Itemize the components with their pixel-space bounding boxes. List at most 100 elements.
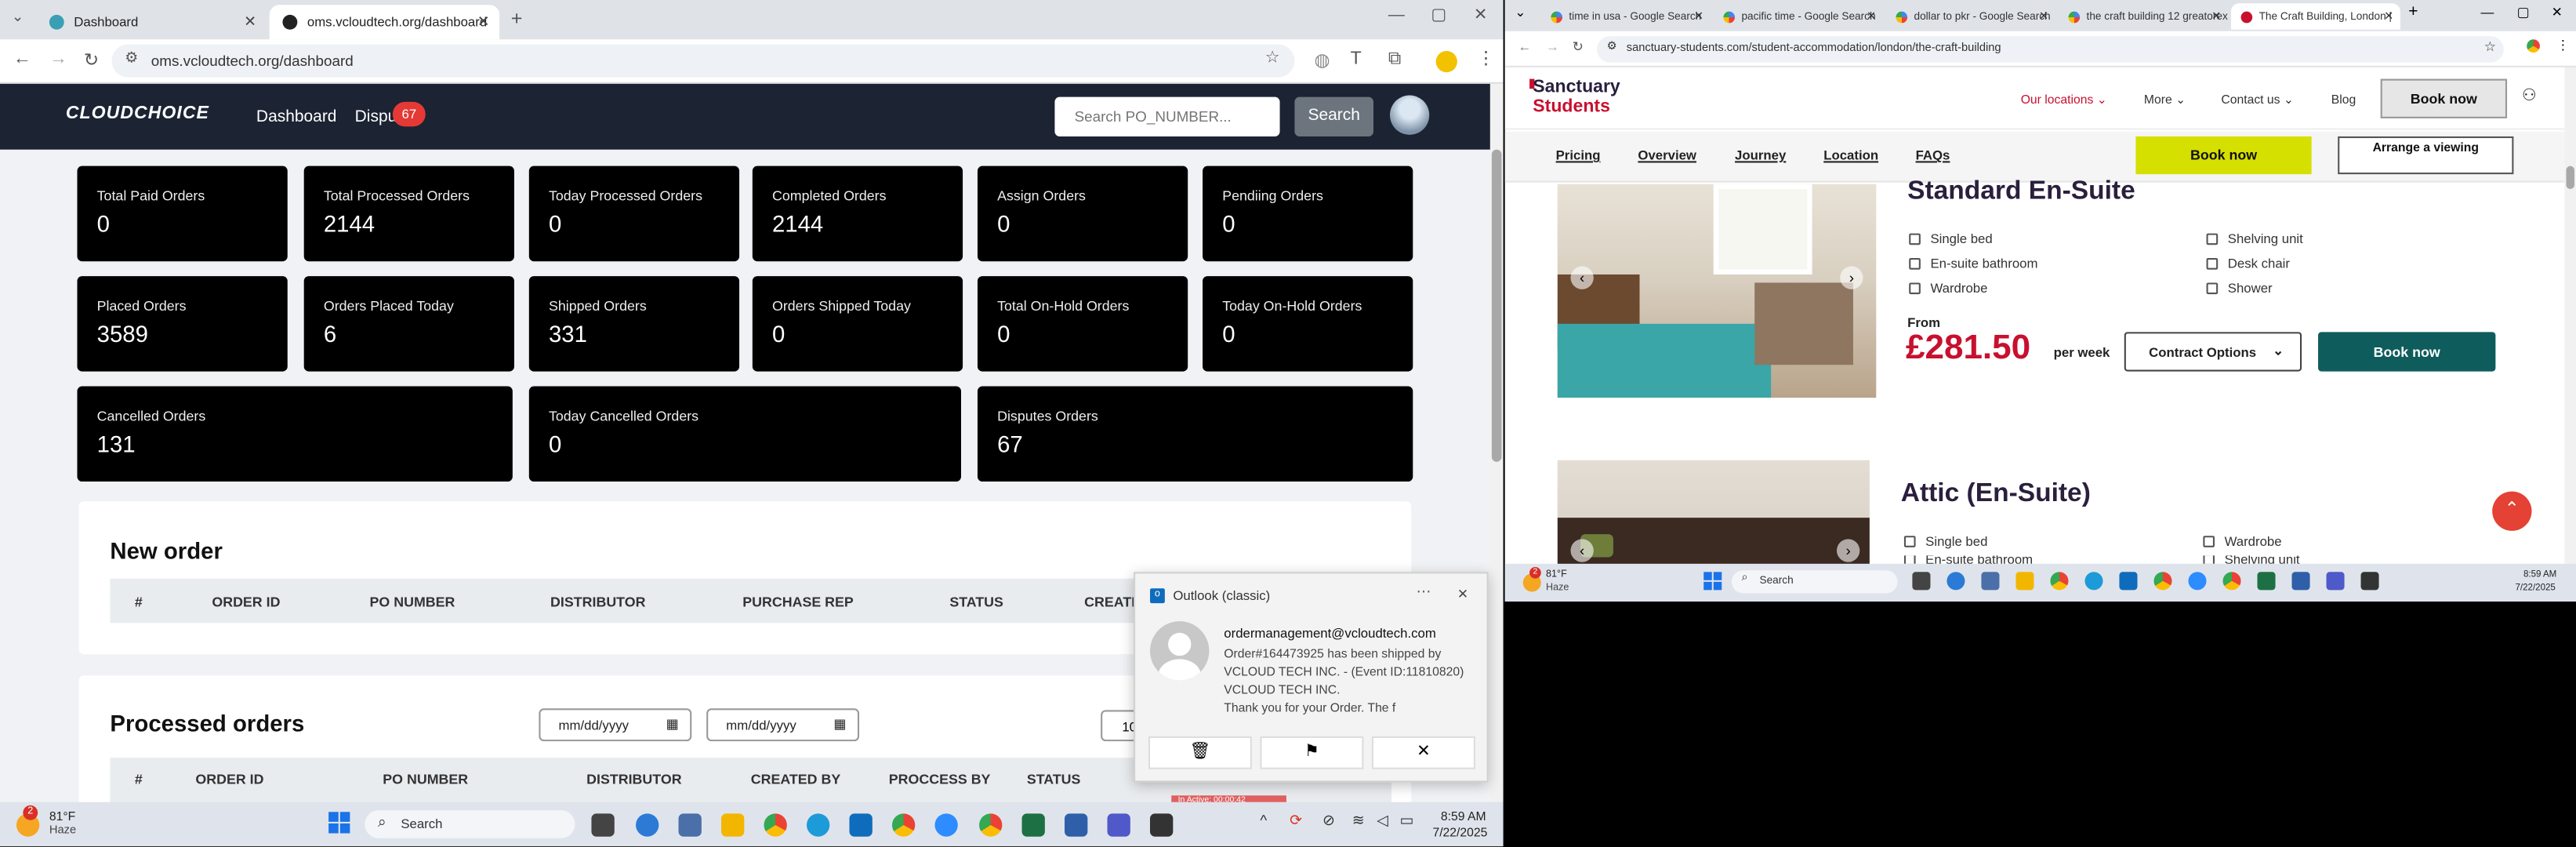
new-tab-icon[interactable]: + (511, 6, 523, 29)
close-window-icon[interactable]: ✕ (1474, 6, 1488, 24)
nav-contact-us[interactable]: Contact us ⌄ (2221, 92, 2294, 107)
stat-card[interactable]: Orders Shipped Today 0 (752, 276, 963, 372)
calendar-icon[interactable]: ▦ (833, 717, 846, 732)
minimize-icon[interactable]: — (1388, 6, 1405, 24)
edge-icon[interactable] (2084, 572, 2103, 591)
outlook-taskbar-icon[interactable] (849, 813, 873, 837)
site-info-icon[interactable]: ⚙ (1607, 39, 1617, 53)
back-icon[interactable]: ← (13, 49, 31, 69)
clock-date[interactable]: 7/22/2025 (1432, 825, 1487, 840)
stat-card[interactable]: Orders Placed Today 6 (303, 276, 514, 372)
taskbar-search-box[interactable]: ⌕ Search (365, 810, 575, 838)
close-tab-icon[interactable]: ✕ (244, 13, 256, 31)
room-photo[interactable]: ‹ › (1557, 184, 1877, 398)
clock-time[interactable]: 8:59 AM (1441, 809, 1486, 823)
tab-google-search[interactable]: dollar to pkr - Google Search ✕ (1886, 3, 2055, 30)
stat-card[interactable]: Today On-Hold Orders 0 (1203, 276, 1413, 372)
po-search-input[interactable] (1054, 96, 1280, 136)
scroll-to-top-button[interactable]: ⌃ (2492, 491, 2532, 531)
zoom-icon[interactable] (934, 813, 958, 837)
stat-card[interactable]: Cancelled Orders 131 (77, 386, 513, 482)
tab-search-icon[interactable]: ⌄ (12, 8, 24, 26)
carousel-next-icon[interactable]: › (1836, 539, 1860, 562)
brand-subname[interactable]: Students (1533, 97, 1610, 117)
forward-icon[interactable]: → (1546, 39, 1559, 54)
subnav-overview[interactable]: Overview (1638, 148, 1696, 163)
tab-google-search[interactable]: the craft building 12 greatorex ✕ (2059, 3, 2228, 30)
calculator-icon[interactable] (1981, 572, 2000, 591)
stat-card[interactable]: Today Cancelled Orders 0 (528, 386, 961, 482)
search-button[interactable]: Search (1294, 96, 1374, 136)
stat-card[interactable]: Total Paid Orders 0 (77, 165, 288, 262)
flag-button[interactable]: ⚑ (1260, 736, 1364, 769)
account-icon[interactable]: ⚇ (2522, 87, 2537, 105)
folder-icon[interactable] (2015, 572, 2034, 591)
tab-google-search[interactable]: pacific time - Google Search ✕ (1714, 3, 1883, 30)
tab-craft-building[interactable]: The Craft Building, London | ✕ (2230, 3, 2400, 30)
windows-start-icon[interactable] (328, 812, 351, 834)
close-tab-icon[interactable]: ✕ (477, 13, 490, 31)
sticky-app-icon[interactable] (2360, 572, 2379, 591)
clock-time[interactable]: 8:59 AM (2523, 570, 2556, 580)
url-field[interactable]: ⚙ sanctuary-students.com/student-accommo… (1597, 36, 2504, 63)
subnav-location[interactable]: Location (1823, 148, 1878, 163)
excel-icon[interactable] (1021, 813, 1045, 837)
close-tab-icon[interactable]: ✕ (1694, 10, 1703, 24)
reader-icon[interactable]: T (1351, 49, 1362, 69)
brand-name[interactable]: Sanctuary (1533, 77, 1620, 96)
folder-icon[interactable] (721, 813, 745, 837)
subnav-faqs[interactable]: FAQs (1916, 148, 1950, 163)
reload-icon[interactable]: ↻ (84, 49, 99, 71)
extension-icon[interactable]: ◍ (1315, 49, 1330, 71)
header-book-now-button[interactable]: Book now (2380, 78, 2508, 118)
app-icon[interactable] (1065, 813, 1088, 837)
stat-card[interactable]: Total On-Hold Orders 0 (977, 276, 1188, 372)
teams-icon[interactable] (2326, 572, 2345, 591)
sticky-app-icon[interactable] (1149, 813, 1174, 837)
wifi-icon[interactable]: ≋ (1352, 812, 1365, 830)
tab-dashboard[interactable]: Dashboard ✕ (36, 5, 266, 39)
stat-card[interactable]: Today Processed Orders 0 (528, 165, 740, 262)
chrome-icon[interactable] (2222, 572, 2241, 591)
page-scrollbar[interactable] (2564, 67, 2576, 564)
nav-disputes-link[interactable]: Dispu (355, 108, 397, 126)
windows-start-icon[interactable] (1703, 572, 1722, 591)
clock-date[interactable]: 7/22/2025 (2516, 583, 2556, 594)
chrome-icon[interactable] (979, 813, 1003, 837)
edge-icon[interactable] (806, 813, 830, 837)
nav-blog[interactable]: Blog (2331, 92, 2356, 107)
subnav-pricing[interactable]: Pricing (1556, 148, 1601, 163)
app-icon[interactable] (1947, 572, 1965, 591)
app-icon[interactable] (636, 813, 659, 837)
chrome-icon[interactable] (764, 813, 787, 837)
profile-avatar[interactable] (1435, 50, 1457, 73)
excel-icon[interactable] (2257, 572, 2276, 591)
close-window-icon[interactable]: ✕ (2552, 5, 2563, 20)
chrome-icon[interactable] (891, 813, 916, 837)
more-options-icon[interactable]: ⋯ (1416, 583, 1431, 602)
stat-card[interactable]: Completed Orders 2144 (752, 165, 963, 262)
outlook-taskbar-icon[interactable] (2119, 572, 2138, 591)
chrome-icon[interactable] (2153, 572, 2172, 591)
menu-kebab-icon[interactable]: ⋮ (1477, 48, 1495, 69)
taskbar-search-box[interactable]: ⌕ Search (1731, 570, 1898, 594)
minimize-icon[interactable]: — (2481, 5, 2494, 20)
delete-button[interactable]: 🗑 (1148, 736, 1252, 769)
menu-kebab-icon[interactable]: ⋮ (2556, 38, 2570, 53)
forward-icon[interactable]: → (49, 49, 67, 69)
close-tab-icon[interactable]: ✕ (1867, 10, 1876, 24)
tab-oms-dashboard[interactable]: oms.vcloudtech.org/dashboard ✕ (269, 5, 500, 40)
carousel-prev-icon[interactable]: ‹ (1570, 539, 1594, 562)
stat-card[interactable]: Assign Orders 0 (977, 165, 1188, 262)
room-book-now-button[interactable]: Book now (2318, 332, 2496, 372)
carousel-next-icon[interactable]: › (1840, 266, 1863, 289)
stat-card[interactable]: Disputes Orders 67 (977, 386, 1413, 482)
volume-icon[interactable]: ◁ (1377, 812, 1388, 830)
teams-icon[interactable] (1107, 813, 1130, 837)
contract-options-dropdown[interactable]: Contract Options ⌄ (2124, 332, 2302, 372)
end-date-input[interactable]: mm/dd/yyyy ▦ (706, 708, 860, 742)
scrollbar-thumb[interactable] (1491, 149, 1502, 462)
url-field[interactable]: ⚙ oms.vcloudtech.org/dashboard ☆ (111, 44, 1295, 78)
cloudchoice-logo[interactable]: CLOUDCHOICE (66, 104, 209, 123)
tab-search-icon[interactable]: ⌄ (1515, 5, 1526, 20)
